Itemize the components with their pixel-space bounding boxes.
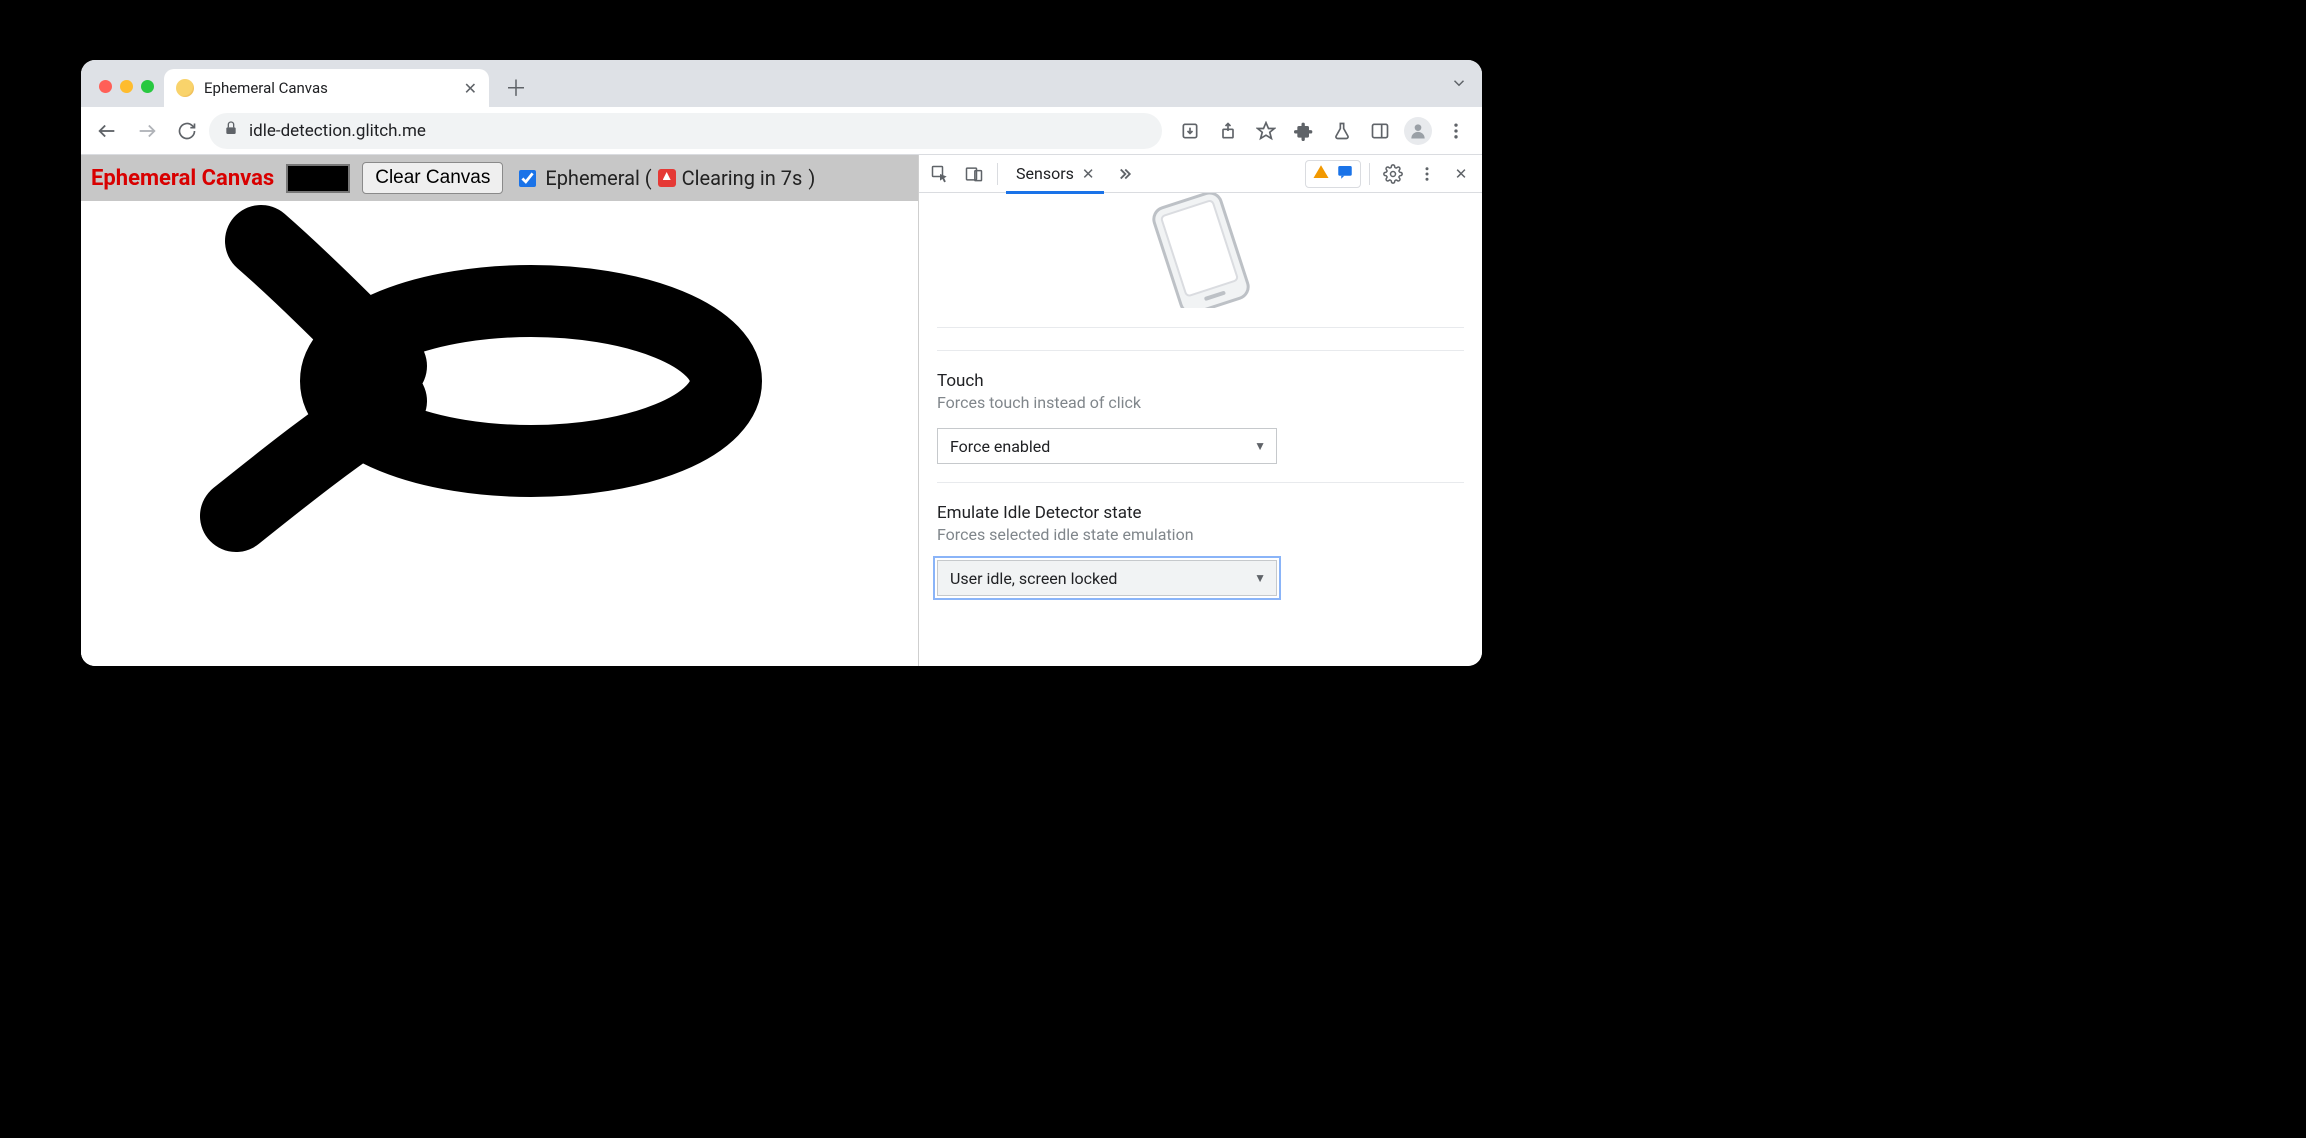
devtools-body: Touch Forces touch instead of click Forc… [919,193,1482,666]
tabs-overflow-button[interactable] [1450,74,1468,97]
address-bar[interactable]: idle-detection.glitch.me [209,113,1162,149]
app-toolbar: Ephemeral Canvas Clear Canvas Ephemeral … [81,155,918,201]
devtools-tab-sensors[interactable]: Sensors ✕ [1006,155,1104,193]
orientation-illustration [937,193,1464,328]
avatar-icon [1404,117,1432,145]
window-controls [93,80,164,107]
favicon-icon [176,79,194,97]
device-toolbar-button[interactable] [959,159,989,189]
profile-button[interactable] [1400,113,1436,149]
touch-desc: Forces touch instead of click [937,393,1464,412]
ephemeral-label-prefix: Ephemeral ( [545,166,651,190]
window-zoom-button[interactable] [141,80,154,93]
idle-section: Emulate Idle Detector state Forces selec… [937,482,1464,596]
window-minimize-button[interactable] [120,80,133,93]
page-title: Ephemeral Canvas [91,166,274,191]
idle-select[interactable]: User idle, screen locked ▼ [937,560,1277,596]
tab-strip: Ephemeral Canvas ✕ ＋ [81,60,1482,107]
idle-title: Emulate Idle Detector state [937,503,1464,523]
url-text: idle-detection.glitch.me [249,121,426,141]
phone-icon [1141,193,1261,308]
ephemeral-checkbox[interactable] [519,170,536,187]
idle-select-value: User idle, screen locked [950,569,1117,588]
browser-tab[interactable]: Ephemeral Canvas ✕ [164,69,489,107]
new-tab-button[interactable]: ＋ [499,70,533,104]
devtools-panel: Sensors ✕ [919,155,1482,666]
bookmark-button[interactable] [1248,113,1284,149]
touch-select-value: Force enabled [950,437,1050,456]
more-tabs-button[interactable] [1108,159,1138,189]
devtools-menu-button[interactable] [1412,159,1442,189]
ephemeral-toggle[interactable]: Ephemeral ( Clearing in 7s ) [515,166,815,190]
extensions-button[interactable] [1286,113,1322,149]
tab-close-button[interactable]: ✕ [464,79,477,98]
devtools-tabs: Sensors ✕ [919,155,1482,193]
toolbar-right [1166,113,1474,149]
devtools-close-button[interactable]: ✕ [1446,159,1476,189]
page-viewport: Ephemeral Canvas Clear Canvas Ephemeral … [81,155,919,666]
color-picker[interactable] [286,164,350,193]
close-tab-icon[interactable]: ✕ [1082,165,1095,183]
ephemeral-countdown: Clearing in 7s [682,166,803,190]
back-button[interactable] [89,113,125,149]
install-app-button[interactable] [1172,113,1208,149]
drawing-canvas[interactable] [81,201,918,666]
lock-icon [223,120,239,141]
issues-button[interactable] [1305,160,1361,188]
touch-select[interactable]: Force enabled ▼ [937,428,1277,464]
siren-icon [658,169,676,187]
forward-button[interactable] [129,113,165,149]
reload-button[interactable] [169,113,205,149]
chevron-down-icon: ▼ [1254,439,1266,453]
feedback-icon [1336,163,1354,185]
devtools-settings-button[interactable] [1378,159,1408,189]
ephemeral-label-suffix: ) [808,166,815,190]
browser-toolbar: idle-detection.glitch.me [81,107,1482,155]
touch-section: Touch Forces touch instead of click Forc… [937,350,1464,464]
window-close-button[interactable] [99,80,112,93]
tab-title: Ephemeral Canvas [204,79,328,97]
inspect-element-button[interactable] [925,159,955,189]
devtools-tab-label: Sensors [1016,164,1074,183]
share-button[interactable] [1210,113,1246,149]
side-panel-button[interactable] [1362,113,1398,149]
chevron-down-icon: ▼ [1254,571,1266,585]
menu-button[interactable] [1438,113,1474,149]
warning-icon [1312,163,1330,185]
labs-button[interactable] [1324,113,1360,149]
clear-canvas-button[interactable]: Clear Canvas [362,162,503,194]
touch-title: Touch [937,371,1464,391]
browser-window: Ephemeral Canvas ✕ ＋ idle-d [81,60,1482,666]
idle-desc: Forces selected idle state emulation [937,525,1464,544]
